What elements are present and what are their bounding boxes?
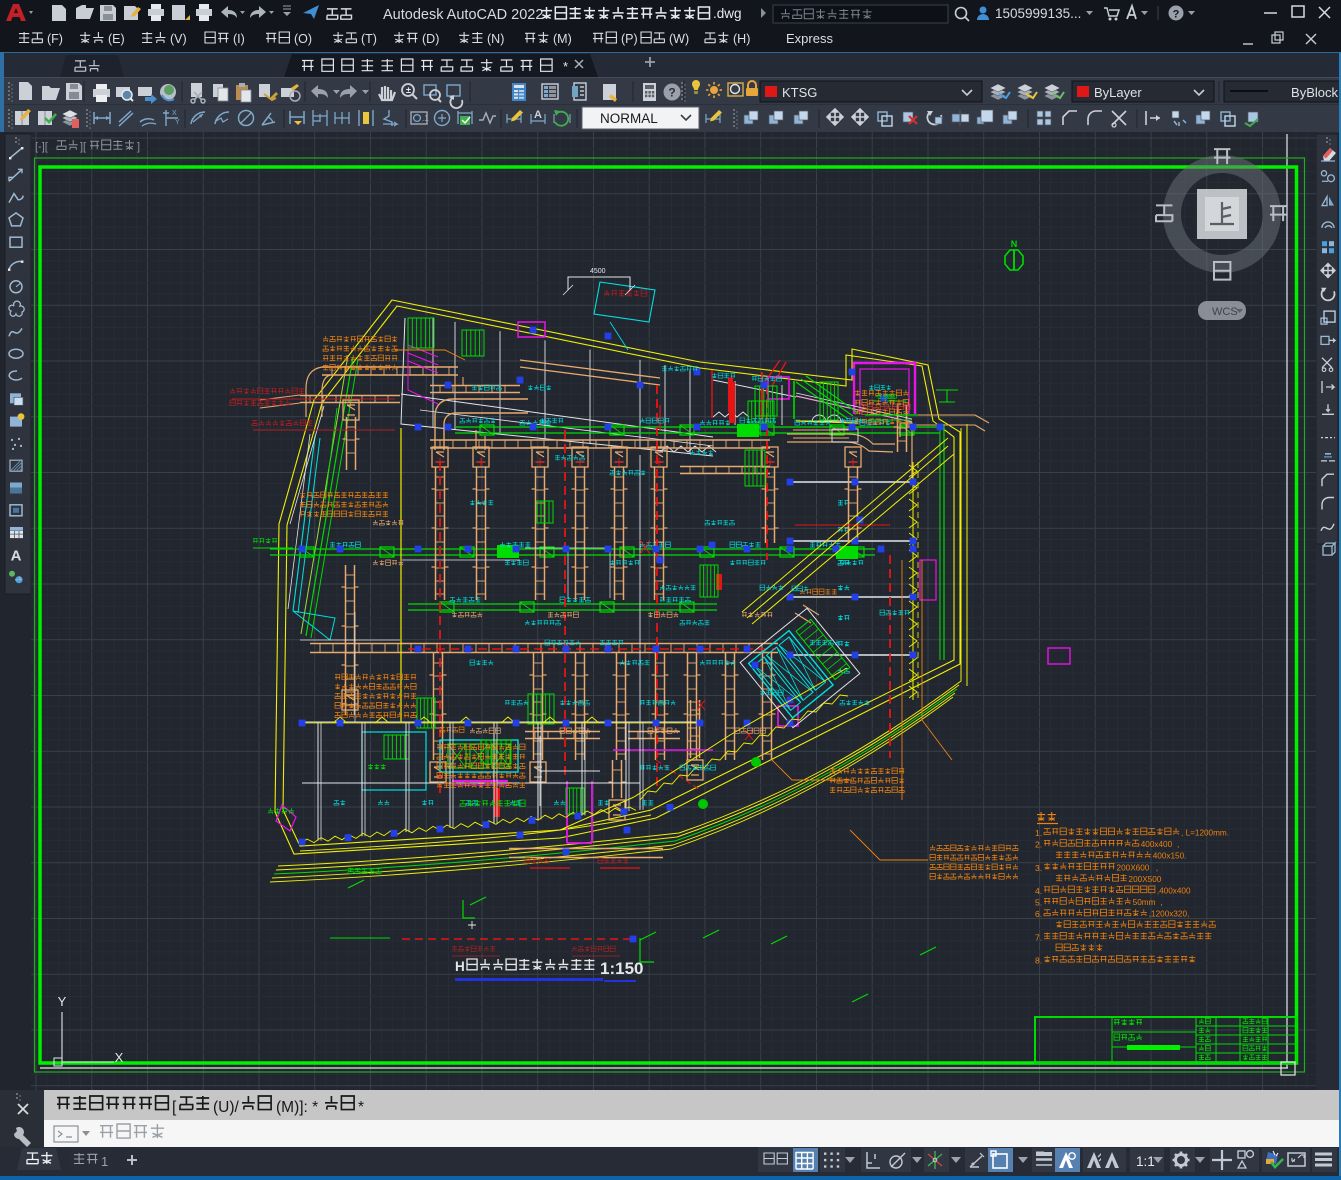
svg-text:, L=1200mm.: , L=1200mm. [1181,829,1229,838]
svg-text:200X500: 200X500 [1129,875,1168,884]
svg-text:4.: 4. [1035,886,1042,896]
svg-text:A: A [11,547,22,564]
svg-text:*: * [358,1099,364,1116]
svg-text:.dwg: .dwg [713,6,742,21]
svg-text:Y: Y [175,119,180,126]
svg-text:8.: 8. [1035,956,1042,966]
svg-text:.1: .1 [422,114,429,123]
svg-text:400x400 ,: 400x400 , [1141,840,1180,849]
svg-text:(H): (H) [733,32,750,46]
svg-text:(V): (V) [170,32,187,46]
svg-text:?: ? [1173,9,1180,21]
svg-text:50mm ,: 50mm , [1133,898,1166,907]
svg-text:1: 1 [101,1154,108,1169]
svg-text:H: H [455,959,465,974]
svg-text:X: X [115,1050,124,1065]
svg-text:X: X [172,110,177,117]
svg-text:,1200x320,: ,1200x320, [1149,910,1190,919]
svg-text:(M)]: *: (M)]: * [276,1099,318,1116]
svg-text:(E): (E) [108,32,125,46]
svg-text:3.: 3. [1035,863,1042,873]
svg-text:6.: 6. [1035,909,1042,919]
svg-text:?: ? [668,86,675,100]
svg-text:WCS: WCS [1212,306,1238,318]
svg-text:[: [ [172,1099,177,1116]
svg-text:400x150.: 400x150. [1153,852,1187,861]
svg-text:(O): (O) [294,32,312,46]
svg-text:Autodesk AutoCAD 2022: Autodesk AutoCAD 2022 [383,7,543,23]
svg-text:5.: 5. [1035,898,1042,908]
svg-text:4500: 4500 [590,268,606,275]
svg-text:ByLayer: ByLayer [1094,85,1142,100]
svg-text:-5.850: -5.850 [875,394,895,401]
svg-text:(M): (M) [553,32,572,46]
svg-text:±: ± [406,85,411,95]
svg-text:Express: Express [786,31,833,46]
svg-text:1:1: 1:1 [1136,1154,1155,1169]
svg-text:(U)/: (U)/ [213,1099,240,1116]
svg-text:[-][: [-][ [35,141,48,153]
svg-text:200X600 ,: 200X600 , [1117,863,1159,872]
svg-text:1:150: 1:150 [600,959,643,978]
svg-text:(N): (N) [487,32,504,46]
svg-text:(F): (F) [47,32,63,46]
svg-text:KTSG: KTSG [782,85,817,100]
svg-text:*: * [563,59,568,74]
svg-text:][: ][ [80,141,86,153]
svg-text:N: N [1011,239,1018,249]
svg-text:(P): (P) [621,32,638,46]
svg-text:7.: 7. [1035,932,1042,942]
svg-text:2.: 2. [1035,840,1042,850]
svg-text:Y: Y [58,994,67,1009]
svg-text:(T): (T) [361,32,377,46]
svg-text:NORMAL: NORMAL [600,111,658,126]
svg-text:(W): (W) [669,32,689,46]
svg-text:1.: 1. [1035,828,1042,838]
svg-text:ByBlock: ByBlock [1291,85,1338,100]
svg-text:1505999135...: 1505999135... [995,6,1081,21]
svg-text:]: ] [137,141,140,153]
svg-text:(I): (I) [233,32,245,46]
svg-text:A: A [534,109,542,121]
svg-text:,400x400: ,400x400 [1157,887,1196,896]
svg-text:(D): (D) [422,32,439,46]
